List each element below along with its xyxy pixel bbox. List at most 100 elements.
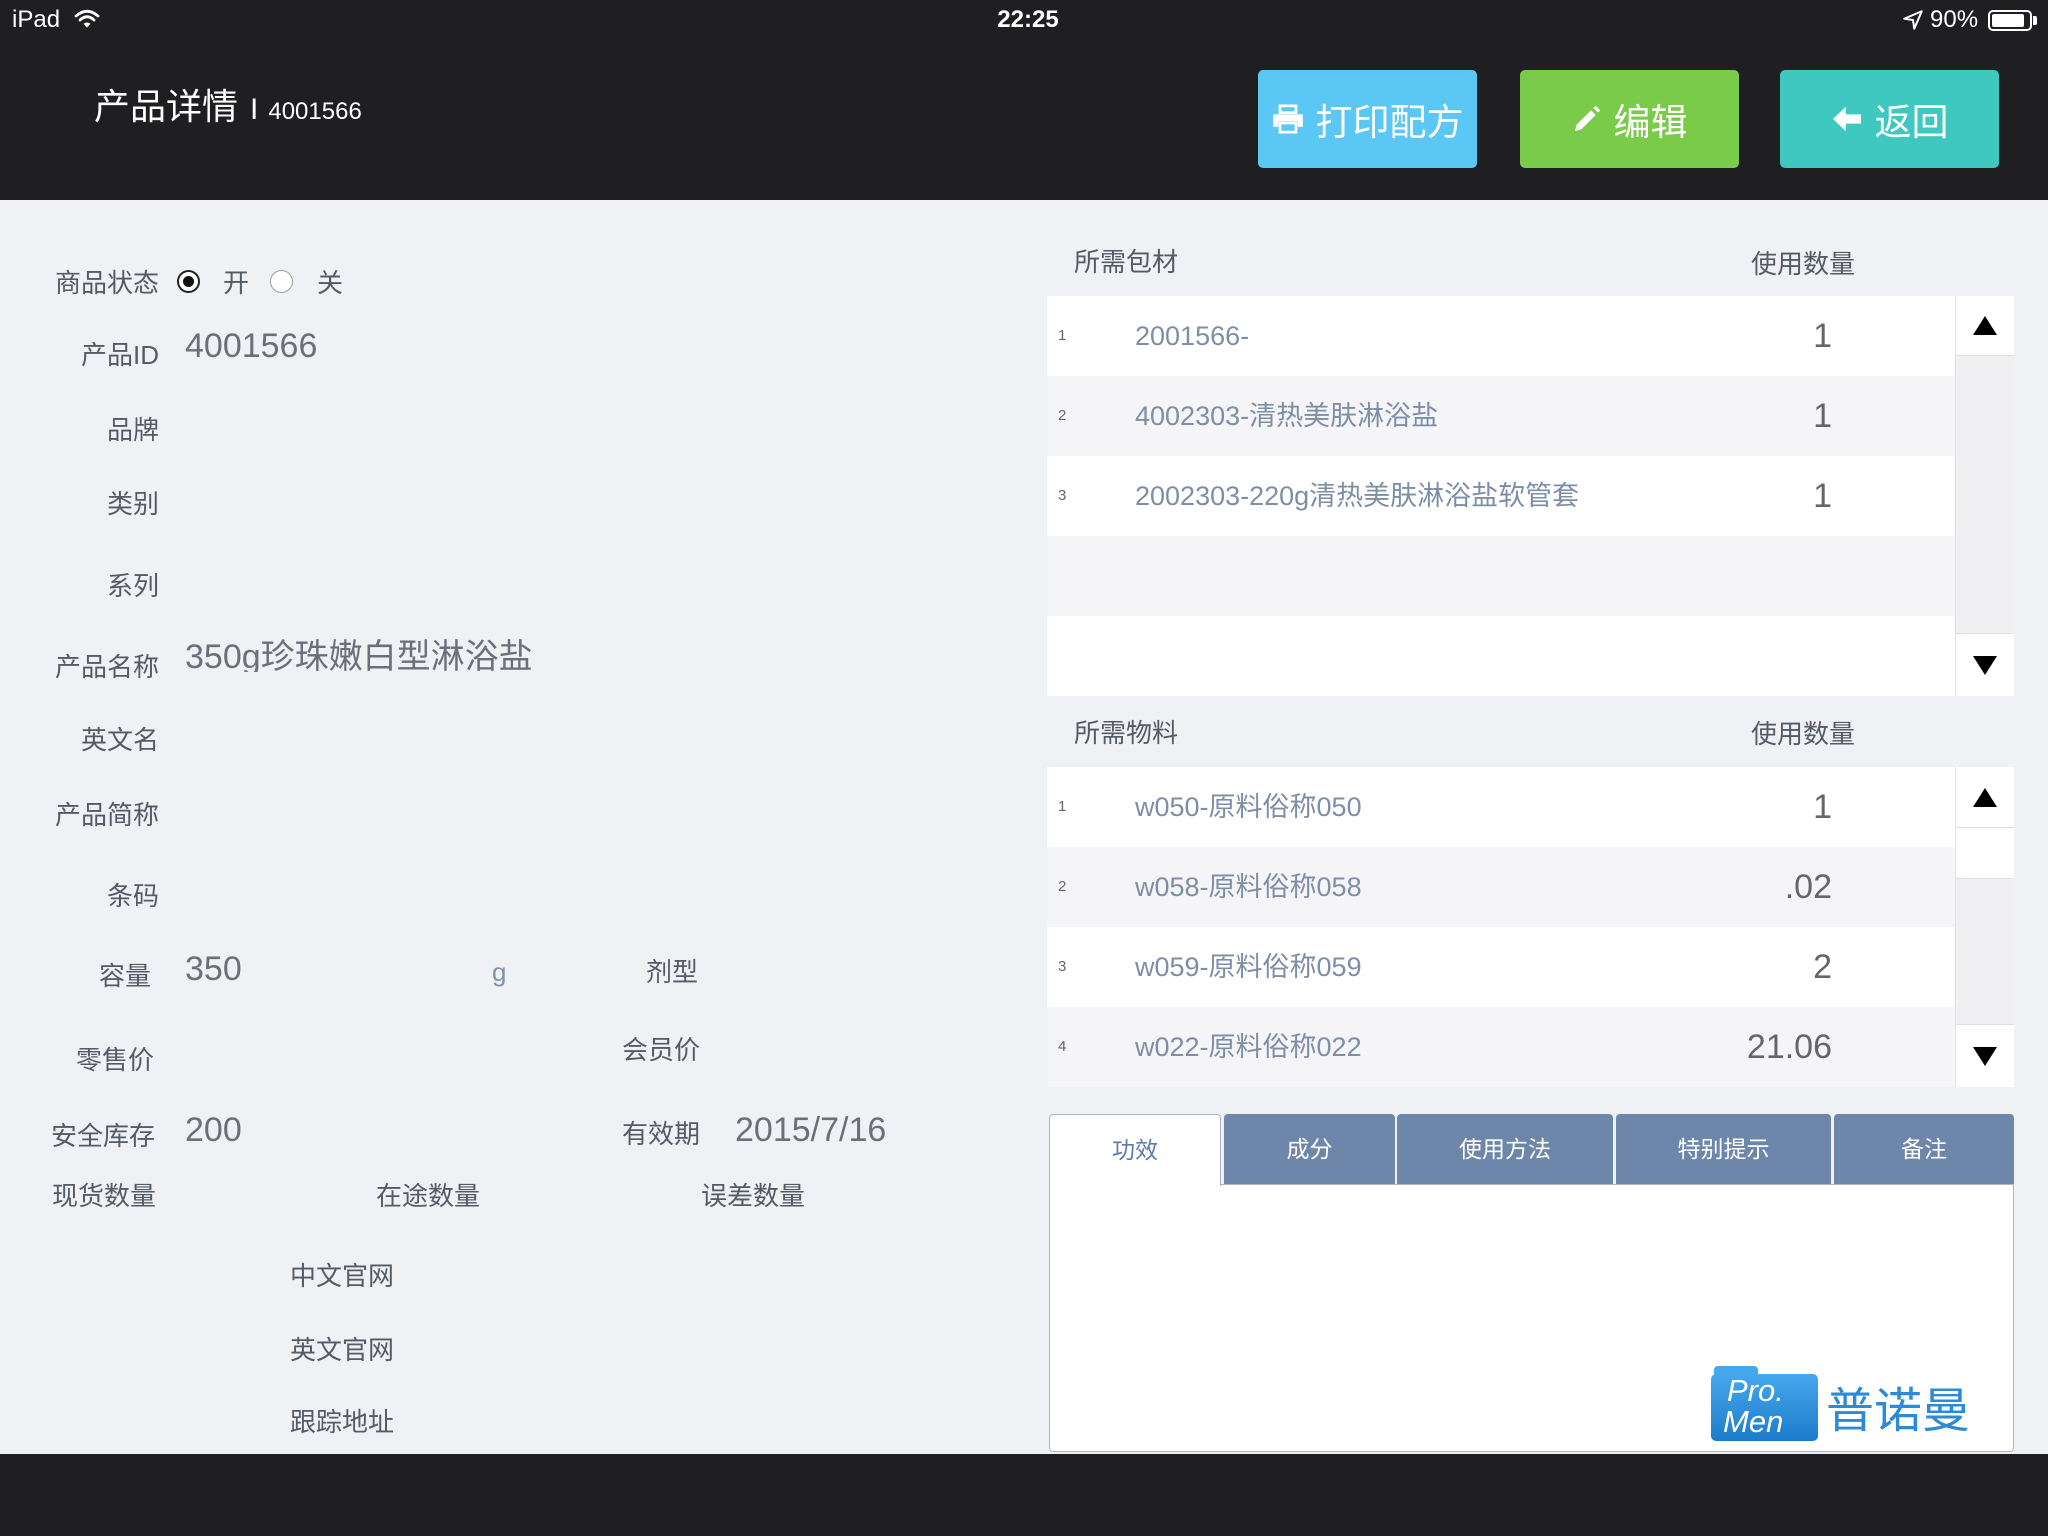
materials-rows: 1 w050-原料俗称050 1 2 w058-原料俗称058 .02 3 w0… bbox=[1047, 767, 1955, 1087]
capacity-label: 容量 bbox=[98, 961, 151, 991]
triangle-up-icon bbox=[1973, 787, 1997, 807]
row-item-name: w050-原料俗称050 bbox=[1135, 792, 1362, 822]
materials-scroll-thumb[interactable] bbox=[1956, 827, 2014, 879]
row-item-name: w059-原料俗称059 bbox=[1135, 952, 1362, 982]
row-number: 2 bbox=[1058, 407, 1067, 424]
row-item-name: 4002303-清热美肤淋浴盐 bbox=[1135, 401, 1439, 431]
retail-price-label: 零售价 bbox=[75, 1045, 154, 1075]
row-quantity: 1 bbox=[1813, 477, 1832, 515]
row-item-name: 2001566- bbox=[1135, 321, 1250, 351]
battery-fill bbox=[1992, 14, 2025, 27]
table-row[interactable]: 4 w022-原料俗称022 21.06 bbox=[1047, 1007, 1955, 1087]
short-name-label: 产品简称 bbox=[54, 800, 159, 830]
promen-logo-mark: Pro. Men bbox=[1711, 1366, 1818, 1441]
edit-label: 编辑 bbox=[1613, 102, 1688, 143]
row-number: 4 bbox=[1058, 1038, 1067, 1055]
status-on-radio[interactable] bbox=[177, 270, 200, 293]
battery-nub bbox=[2033, 16, 2037, 25]
row-number: 3 bbox=[1058, 958, 1067, 975]
row-quantity: 21.06 bbox=[1746, 1028, 1832, 1066]
location-arrow-icon bbox=[1903, 10, 1923, 30]
logo-mark-line2: Men bbox=[1723, 1404, 1784, 1439]
cn-website-label: 中文官网 bbox=[290, 1261, 395, 1291]
status-on-label: 开 bbox=[223, 268, 250, 298]
logo-brand-name: 普诺曼 bbox=[1826, 1385, 1971, 1438]
product-name-value: 350g珍珠嫩白型淋浴盐 bbox=[185, 638, 533, 672]
table-row[interactable]: 2 4002303-清热美肤淋浴盐 1 bbox=[1047, 376, 1955, 456]
english-name-label: 英文名 bbox=[80, 725, 159, 755]
empty-row bbox=[1047, 616, 1955, 696]
packaging-rows: 1 2001566- 1 2 4002303-清热美肤淋浴盐 1 3 20023… bbox=[1047, 296, 1955, 696]
back-button[interactable]: 返回 bbox=[1780, 70, 1999, 168]
row-item-name: w022-原料俗称022 bbox=[1135, 1032, 1362, 1062]
series-label: 系列 bbox=[106, 571, 159, 601]
product-id-label: 产品ID bbox=[80, 340, 159, 370]
logo-mark-line1: Pro. bbox=[1727, 1373, 1784, 1408]
back-label: 返回 bbox=[1874, 102, 1949, 143]
edit-button[interactable]: 编辑 bbox=[1520, 70, 1739, 168]
empty-row bbox=[1047, 536, 1955, 616]
row-number: 1 bbox=[1058, 327, 1067, 344]
materials-scroll-bar[interactable] bbox=[1955, 767, 2014, 1087]
safety-stock-label: 安全库存 bbox=[50, 1121, 155, 1151]
table-row[interactable]: 3 2002303-220g清热美肤淋浴盐软管套 1 bbox=[1047, 456, 1955, 536]
in-transit-qty-label: 在途数量 bbox=[376, 1181, 481, 1211]
table-row[interactable]: 3 w059-原料俗称059 2 bbox=[1047, 927, 1955, 1007]
tracking-url-label: 跟踪地址 bbox=[290, 1407, 395, 1437]
category-label: 类别 bbox=[106, 489, 159, 519]
row-quantity: 1 bbox=[1813, 788, 1832, 826]
product-name-label: 产品名称 bbox=[54, 652, 159, 682]
tab-remarks[interactable]: 备注 bbox=[1834, 1114, 2014, 1185]
clock: 22:25 bbox=[997, 6, 1059, 33]
top-bar: iPad 22:25 90% 产品详情 I 4001566 打印配方 编辑 返回 bbox=[0, 0, 2048, 200]
page-title-text: 产品详情 bbox=[94, 86, 239, 127]
safety-stock-value: 200 bbox=[185, 1111, 242, 1149]
row-quantity: 1 bbox=[1813, 317, 1832, 355]
table-row[interactable]: 1 w050-原料俗称050 1 bbox=[1047, 767, 1955, 847]
status-off-radio[interactable] bbox=[270, 270, 293, 293]
status-label: 商品状态 bbox=[54, 268, 159, 298]
table-row[interactable]: 2 w058-原料俗称058 .02 bbox=[1047, 847, 1955, 927]
triangle-down-icon bbox=[1973, 655, 1997, 675]
packaging-table: 1 2001566- 1 2 4002303-清热美肤淋浴盐 1 3 20023… bbox=[1047, 296, 2014, 696]
materials-table: 1 w050-原料俗称050 1 2 w058-原料俗称058 .02 3 w0… bbox=[1047, 767, 2014, 1087]
materials-scroll-down-button[interactable] bbox=[1956, 1024, 2014, 1087]
expiry-date-value: 2015/7/16 bbox=[735, 1111, 887, 1149]
row-item-name: w058-原料俗称058 bbox=[1135, 872, 1362, 902]
row-number: 1 bbox=[1058, 798, 1067, 815]
row-number: 3 bbox=[1058, 487, 1067, 504]
row-number: 2 bbox=[1058, 878, 1067, 895]
print-formula-button[interactable]: 打印配方 bbox=[1258, 70, 1477, 168]
packaging-title: 所需包材 bbox=[1074, 247, 1179, 277]
table-row[interactable]: 1 2001566- 1 bbox=[1047, 296, 1955, 376]
status-off-label: 关 bbox=[317, 268, 344, 298]
triangle-up-icon bbox=[1973, 316, 1997, 335]
en-website-label: 英文官网 bbox=[290, 1335, 395, 1365]
materials-scroll-up-button[interactable] bbox=[1956, 767, 2014, 828]
row-quantity: 2 bbox=[1813, 948, 1832, 986]
page-title: 产品详情 I 4001566 bbox=[94, 84, 362, 130]
packaging-scroll-down-button[interactable] bbox=[1956, 633, 2014, 696]
tab-usage[interactable]: 使用方法 bbox=[1397, 1114, 1613, 1185]
row-quantity: 1 bbox=[1813, 397, 1832, 435]
product-id-value: 4001566 bbox=[185, 327, 318, 365]
tab-ingredients[interactable]: 成分 bbox=[1224, 1114, 1395, 1185]
bottom-bar bbox=[0, 1454, 2048, 1536]
tab-efficacy[interactable]: 功效 bbox=[1049, 1114, 1221, 1186]
row-quantity: .02 bbox=[1784, 868, 1832, 906]
printer-icon bbox=[1272, 104, 1304, 134]
capacity-value: 350 bbox=[185, 950, 242, 988]
dosage-form-label: 剂型 bbox=[646, 957, 699, 987]
packaging-scroll-up-button[interactable] bbox=[1956, 296, 2014, 356]
materials-title: 所需物料 bbox=[1074, 718, 1179, 748]
expiry-date-label: 有效期 bbox=[622, 1119, 701, 1149]
title-separator: I bbox=[250, 93, 259, 126]
packaging-qty-header: 使用数量 bbox=[1751, 249, 1856, 279]
packaging-scroll-bar[interactable] bbox=[1955, 296, 2014, 696]
barcode-label: 条码 bbox=[106, 881, 159, 911]
triangle-down-icon bbox=[1973, 1046, 1997, 1066]
arrow-left-icon bbox=[1831, 105, 1863, 133]
materials-qty-header: 使用数量 bbox=[1751, 719, 1856, 749]
wifi-icon bbox=[74, 9, 100, 29]
tab-special-notes[interactable]: 特别提示 bbox=[1616, 1114, 1831, 1185]
